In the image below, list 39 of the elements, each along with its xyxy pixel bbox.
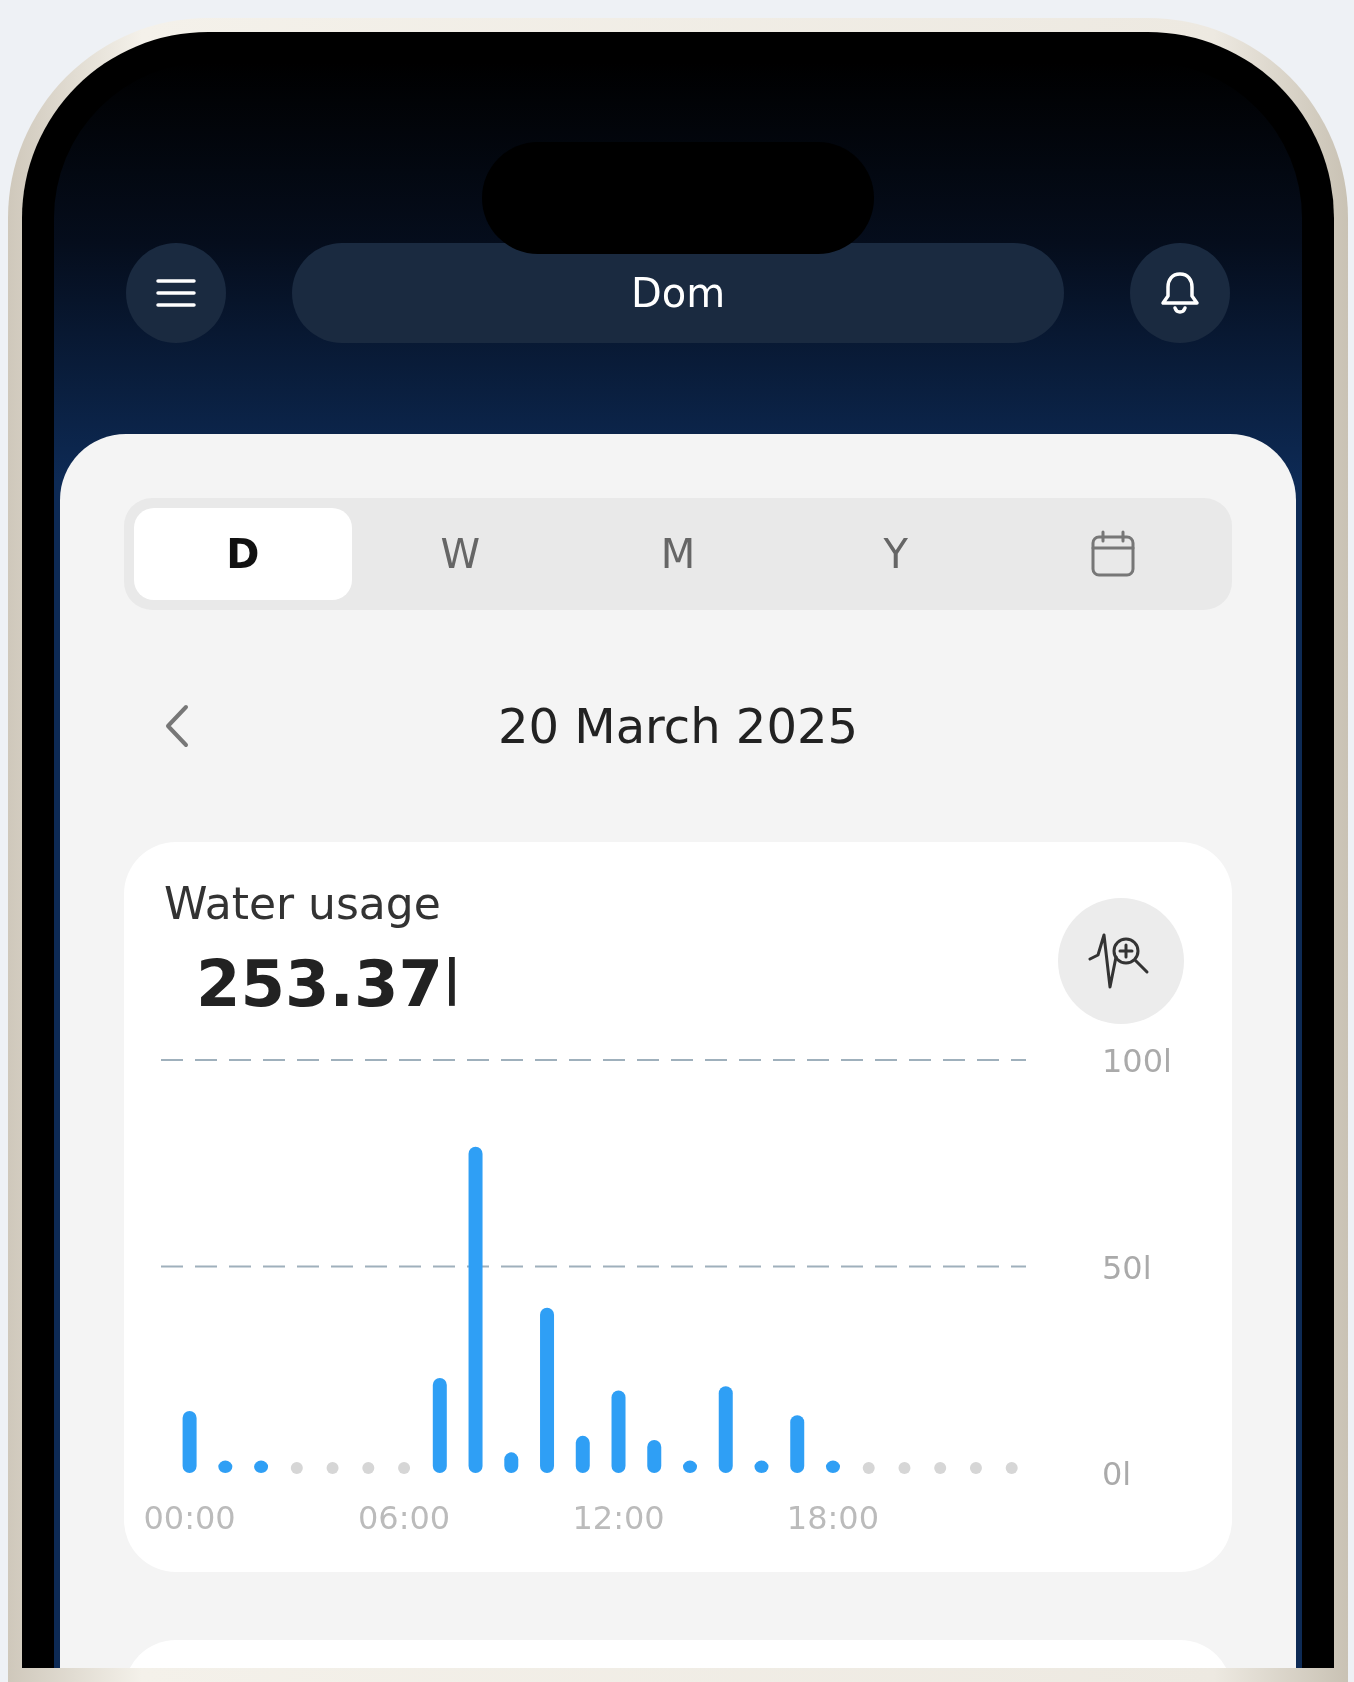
- empty-hour-dot: [969, 1462, 982, 1474]
- chevron-left-icon: [164, 704, 190, 748]
- card-title: Water usage: [164, 878, 442, 929]
- y-tick-label: 0l: [1102, 1455, 1132, 1493]
- usage-bar: [826, 1460, 840, 1473]
- usage-bar: [790, 1415, 805, 1473]
- usage-bar: [683, 1460, 697, 1473]
- x-tick-label: 06:00: [357, 1499, 451, 1537]
- date-label: 20 March 2025: [497, 698, 859, 754]
- y-tick-label: 50l: [1102, 1248, 1152, 1287]
- period-tab[interactable]: D: [134, 508, 352, 600]
- empty-hour-dot: [898, 1462, 911, 1474]
- empty-hour-dot: [398, 1462, 411, 1474]
- empty-hour-dot: [1005, 1462, 1018, 1474]
- total-usage: 253.37l: [196, 947, 461, 1021]
- empty-hour-dot: [326, 1462, 339, 1474]
- calendar-icon: [1090, 530, 1137, 578]
- usage-bar: [218, 1460, 233, 1473]
- previous-day-button[interactable]: [164, 704, 190, 748]
- empty-hour-dot: [362, 1462, 375, 1474]
- usage-bar: [182, 1411, 197, 1473]
- menu-icon: [156, 278, 196, 308]
- bell-icon: [1160, 271, 1200, 315]
- x-tick-label: 18:00: [786, 1499, 880, 1537]
- usage-bar: [575, 1435, 590, 1473]
- empty-hour-dot: [934, 1462, 947, 1474]
- x-tick-label: 00:00: [143, 1499, 236, 1537]
- period-tab[interactable]: M: [569, 508, 787, 600]
- usage-bar: [504, 1452, 519, 1473]
- y-tick-label: 100l: [1102, 1042, 1172, 1080]
- home-title[interactable]: Dom: [292, 243, 1064, 343]
- usage-bar: [254, 1460, 269, 1473]
- empty-hour-dot: [862, 1462, 875, 1474]
- usage-bar: [754, 1460, 769, 1473]
- period-tab[interactable]: W: [351, 508, 570, 600]
- empty-hour-dot: [290, 1462, 303, 1474]
- x-tick-label: 12:00: [572, 1499, 665, 1537]
- usage-bar: [647, 1439, 662, 1473]
- period-tab[interactable]: Y: [786, 508, 1005, 600]
